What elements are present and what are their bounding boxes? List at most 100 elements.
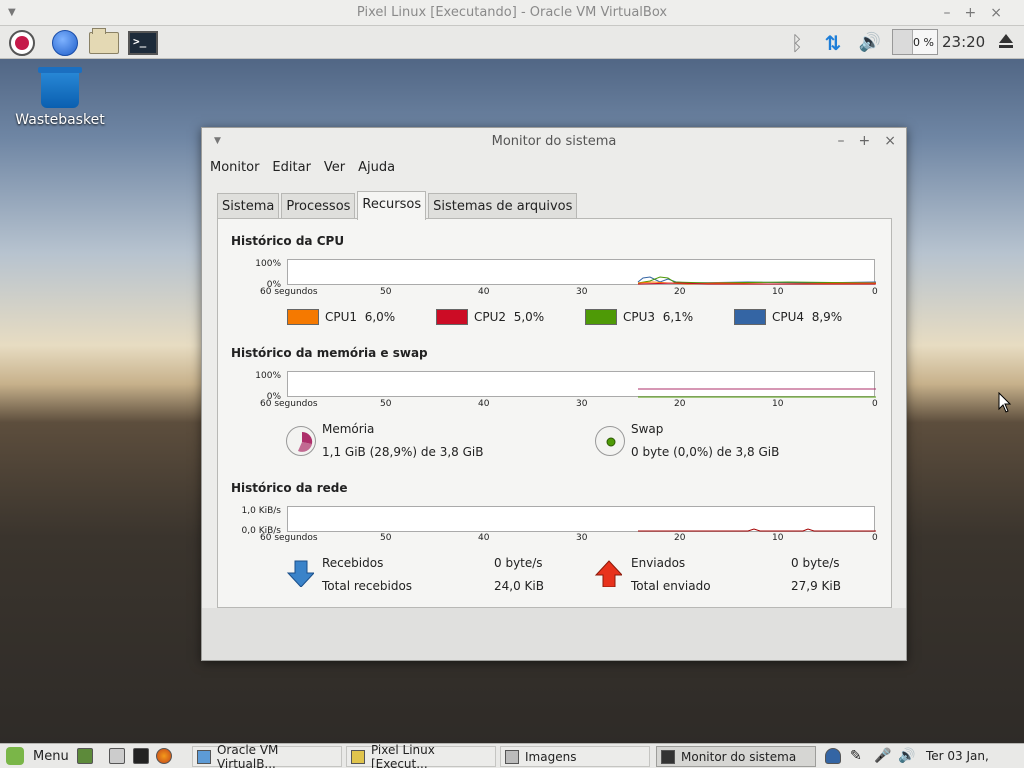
minimize-button[interactable]: – [838, 128, 845, 155]
raspberry-menu-icon[interactable] [7, 28, 37, 57]
total-sent-label: Total enviado [631, 579, 711, 593]
web-browser-icon[interactable] [50, 28, 80, 57]
tab-sistema[interactable]: Sistema [217, 193, 280, 220]
cpu-usage-value: 0 [913, 35, 921, 49]
maximize-button[interactable]: + [859, 128, 871, 155]
cpu3-value: 6,1% [662, 310, 694, 324]
cpu3-legend[interactable]: CPU3 6,1% [585, 309, 693, 325]
memory-pie-icon[interactable] [286, 426, 316, 456]
network-icon[interactable]: ⇅ [818, 28, 848, 57]
cpu-x-tick-60: 60 segundos [260, 287, 318, 297]
vm-window-icon [351, 749, 365, 764]
resources-panel: Histórico da CPU 100% 0% 60 segundos 50 … [217, 218, 892, 608]
mouse-pointer-icon [998, 392, 1012, 413]
menu-button[interactable]: Menu [33, 744, 69, 768]
wastebasket-desktop-icon[interactable]: Wastebasket [10, 67, 110, 128]
memory-x-tick-60: 60 segundos [260, 399, 318, 409]
window-menu-icon[interactable]: ▼ [214, 128, 221, 155]
cpu3-color-swatch[interactable] [585, 309, 617, 325]
received-arrow-icon[interactable] [286, 559, 314, 587]
cpu2-label: CPU2 [474, 310, 507, 324]
cpu2-color-swatch[interactable] [436, 309, 468, 325]
tab-recursos[interactable]: Recursos [357, 191, 427, 220]
network-x-tick-20: 20 [674, 533, 686, 543]
cpu4-value: 8,9% [811, 310, 843, 324]
memory-history-title: Histórico da memória e swap [231, 346, 428, 360]
cpu2-legend[interactable]: CPU2 5,0% [436, 309, 544, 325]
window-title: Monitor do sistema [491, 134, 617, 149]
swap-pie-chart [606, 437, 616, 447]
taskbar-item-virtualbox[interactable]: Oracle VM VirtualB... [192, 742, 342, 768]
swap-label: Swap [631, 422, 664, 436]
cpu2-value: 5,0% [513, 310, 545, 324]
drive-icon[interactable] [109, 748, 125, 764]
total-received-value: 24,0 KiB [494, 579, 544, 593]
speaker-icon[interactable]: 🔊 [898, 748, 915, 764]
close-button[interactable]: × [884, 128, 896, 155]
file-manager-icon[interactable] [89, 27, 119, 57]
total-sent-value: 27,9 KiB [791, 579, 841, 593]
terminal-launcher-icon[interactable] [133, 748, 149, 764]
cpu-history-title: Histórico da CPU [231, 234, 345, 248]
cpu4-color-swatch[interactable] [734, 309, 766, 325]
cpu-x-tick-30: 30 [576, 287, 588, 297]
eject-icon[interactable] [996, 32, 1016, 52]
cpu-x-tick-0: 0 [872, 287, 878, 297]
network-x-tick-40: 40 [478, 533, 490, 543]
system-monitor-window: ▼ Monitor do sistema – + × Monitor Edita… [201, 127, 907, 661]
memory-history-graph [287, 371, 876, 398]
network-y-top: 1,0 KiB/s [241, 506, 281, 516]
mint-menu-icon[interactable] [6, 747, 24, 765]
taskbar-item-label: Imagens [525, 749, 577, 764]
microphone-icon[interactable]: 🎤 [874, 748, 891, 764]
network-graph-lines [638, 528, 876, 532]
cpu-x-tick-50: 50 [380, 287, 392, 297]
cpu-graph-lines [637, 276, 876, 285]
cpu-usage-unit: % [923, 35, 934, 49]
memory-x-tick-40: 40 [478, 399, 490, 409]
network-x-tick-60: 60 segundos [260, 533, 318, 543]
host-window-controls[interactable]: –+× [944, 0, 1016, 26]
memory-y-top: 100% [255, 371, 281, 381]
clock[interactable]: 23:20 [942, 26, 985, 59]
host-window-menu-icon[interactable]: ▼ [8, 0, 16, 26]
cpu4-label: CPU4 [772, 310, 805, 324]
tab-processos[interactable]: Processos [281, 193, 356, 220]
volume-icon[interactable]: 🔊 [855, 28, 885, 57]
network-plug-icon[interactable]: ✎ [850, 748, 866, 764]
terminal-icon[interactable]: >_ [128, 28, 158, 57]
cpu3-label: CPU3 [623, 310, 656, 324]
cpu1-legend[interactable]: CPU1 6,0% [287, 309, 395, 325]
taskbar: Menu Oracle VM VirtualB... Pixel Linux [… [0, 743, 1024, 768]
received-label: Recebidos [322, 556, 384, 570]
taskbar-item-system-monitor[interactable]: Monitor do sistema [656, 746, 816, 767]
taskbar-item-label: Oracle VM VirtualB... [216, 742, 279, 768]
menu-editar[interactable]: Editar [272, 160, 311, 175]
bluetooth-icon[interactable]: ᛒ [782, 28, 812, 57]
sent-arrow-icon[interactable] [594, 559, 622, 587]
menu-monitor[interactable]: Monitor [210, 160, 259, 175]
wastebasket-icon [38, 67, 82, 108]
firefox-icon[interactable] [156, 748, 172, 764]
top-panel: >_ ᛒ ⇅ 🔊 0 % 23:20 [0, 26, 1024, 59]
cpu-x-tick-10: 10 [772, 287, 784, 297]
swap-pie-icon[interactable] [595, 426, 625, 456]
network-history-title: Histórico da rede [231, 481, 348, 495]
shield-icon[interactable] [825, 748, 841, 764]
memory-graph-lines [638, 388, 876, 398]
host-title-bar: ▼ Pixel Linux [Executando] - Oracle VM V… [0, 0, 1024, 26]
received-value: 0 byte/s [494, 556, 543, 570]
menu-ver[interactable]: Ver [324, 160, 345, 175]
window-bottom-area [202, 608, 906, 660]
taskbar-item-pixel-linux[interactable]: Pixel Linux [Execut... [346, 743, 496, 768]
memory-x-tick-10: 10 [772, 399, 784, 409]
show-desktop-icon[interactable] [77, 748, 93, 764]
taskbar-item-imagens[interactable]: Imagens [500, 746, 650, 767]
cpu4-legend[interactable]: CPU4 8,9% [734, 309, 842, 325]
swap-value: 0 byte (0,0%) de 3,8 GiB [631, 445, 780, 459]
taskbar-datetime[interactable]: Ter 03 Jan, 21:20 [926, 744, 1024, 768]
menu-ajuda[interactable]: Ajuda [358, 160, 395, 175]
tab-sistemas-de-arquivos[interactable]: Sistemas de arquivos [428, 193, 578, 220]
cpu1-color-swatch[interactable] [287, 309, 319, 325]
cpu1-label: CPU1 [325, 310, 358, 324]
